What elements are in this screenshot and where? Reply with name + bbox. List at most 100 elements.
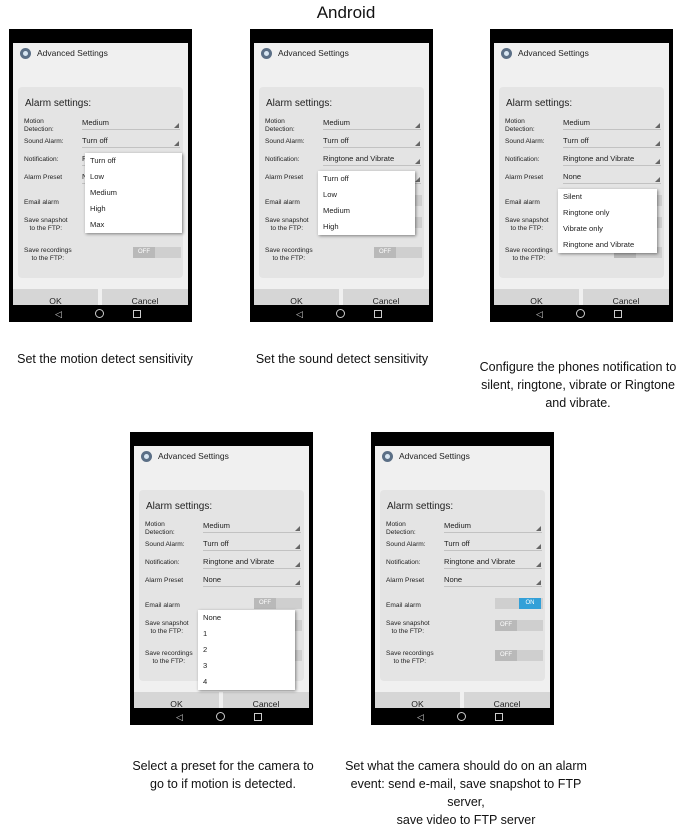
home-icon[interactable]: [457, 712, 466, 721]
recent-apps-icon[interactable]: [495, 713, 503, 721]
notification-select[interactable]: Ringtone and Vibrate: [444, 557, 542, 569]
motion-detection-label-text: Detection:: [145, 528, 175, 536]
alarm-preset-select[interactable]: None: [444, 575, 542, 587]
back-icon[interactable]: ◁: [536, 309, 543, 319]
dropdown-option[interactable]: High: [85, 201, 182, 217]
panel-title: Alarm settings:: [146, 501, 213, 512]
back-icon[interactable]: ◁: [417, 712, 424, 722]
phone-screenshot: Advanced Settings Alarm settings: Motion De…: [490, 29, 673, 322]
dropdown-option[interactable]: Ringtone only: [558, 205, 657, 221]
email-alarm-label-text: Email alarm: [505, 199, 540, 206]
dropdown-option[interactable]: Vibrate only: [558, 221, 657, 237]
motion-detection-select[interactable]: Medium: [82, 118, 180, 130]
recent-apps-icon[interactable]: [374, 310, 382, 318]
caption: Configure the phones notification to sile…: [462, 358, 692, 412]
alarm-preset-label-text: Alarm Preset: [265, 174, 304, 181]
sound-alarm-label: Sound Alarm:: [265, 138, 305, 146]
save-snapshot-label-text: Save snapshot: [505, 217, 549, 224]
alarm-preset-select[interactable]: None: [203, 575, 301, 587]
motion-detection-label: Motion Detection:: [505, 118, 535, 133]
motion-detection-select[interactable]: Medium: [444, 521, 542, 533]
save-recordings-label-text: to the FTP:: [393, 657, 427, 665]
email-alarm-label: Email alarm: [265, 199, 300, 207]
save-recordings-label: Save recordings to the FTP:: [386, 650, 434, 665]
ok-button[interactable]: OK: [494, 289, 579, 305]
navigation-bar: ◁: [250, 305, 433, 322]
dropdown-option[interactable]: Low: [85, 169, 182, 185]
dropdown-option[interactable]: 3: [198, 658, 295, 674]
camera-app-icon: [501, 47, 512, 59]
alarm-preset-label-text: Alarm Preset: [386, 577, 425, 584]
dropdown-option[interactable]: Low: [318, 187, 415, 203]
caption: Set what the camera should do on an alar…: [340, 757, 592, 829]
sound-alarm-label: Sound Alarm:: [505, 138, 545, 146]
save-recordings-label-text: to the FTP:: [512, 254, 546, 262]
dropdown-option[interactable]: 1: [198, 626, 295, 642]
caption-line: and vibrate.: [545, 396, 611, 410]
email-alarm-toggle[interactable]: OFF: [254, 598, 302, 609]
navigation-bar: ◁: [9, 305, 192, 322]
camera-app-icon: [382, 450, 393, 462]
cancel-button[interactable]: Cancel: [583, 289, 669, 305]
sound-alarm-select[interactable]: Turn off: [203, 539, 301, 551]
save-recordings-toggle[interactable]: OFF: [495, 650, 543, 661]
motion-detection-label-text: Motion: [386, 521, 406, 528]
caption-line: Set the motion detect sensitivity: [17, 352, 193, 366]
dropdown-option[interactable]: Ringtone and Vibrate: [558, 237, 657, 253]
sound-alarm-select[interactable]: Turn off: [323, 136, 421, 148]
email-alarm-toggle[interactable]: ON: [495, 598, 543, 609]
save-recordings-label-text: Save recordings: [386, 650, 434, 657]
dropdown-option[interactable]: Max: [85, 217, 182, 233]
back-icon[interactable]: ◁: [176, 712, 183, 722]
ok-button[interactable]: OK: [134, 692, 219, 708]
caption: Set the motion detect sensitivity: [5, 350, 205, 368]
sound-alarm-select[interactable]: Turn off: [82, 136, 180, 148]
notification-select[interactable]: Ringtone and Vibrate: [563, 154, 661, 166]
alarm-preset-select[interactable]: None: [563, 172, 661, 184]
ok-button[interactable]: OK: [254, 289, 339, 305]
motion-detection-select[interactable]: Medium: [203, 521, 301, 533]
dropdown-option[interactable]: Turn off: [85, 153, 182, 169]
save-recordings-toggle[interactable]: OFF: [133, 247, 181, 258]
save-snapshot-toggle[interactable]: OFF: [495, 620, 543, 631]
motion-detection-select[interactable]: Medium: [323, 118, 421, 130]
back-icon[interactable]: ◁: [55, 309, 62, 319]
dropdown-option[interactable]: Medium: [318, 203, 415, 219]
save-recordings-toggle[interactable]: OFF: [374, 247, 422, 258]
caption: Set the sound detect sensitivity: [242, 350, 442, 368]
cancel-button[interactable]: Cancel: [464, 692, 550, 708]
home-icon[interactable]: [216, 712, 225, 721]
dropdown-option[interactable]: 4: [198, 674, 295, 690]
recent-apps-icon[interactable]: [254, 713, 262, 721]
home-icon[interactable]: [336, 309, 345, 318]
phone-screenshot: Advanced Settings Alarm settings: Motion De…: [9, 29, 192, 322]
home-icon[interactable]: [95, 309, 104, 318]
notification-select[interactable]: Ringtone and Vibrate: [203, 557, 301, 569]
app-screen: Advanced Settings Alarm settings: Motion De…: [494, 43, 669, 305]
back-icon[interactable]: ◁: [296, 309, 303, 319]
notification-label-text: Notification:: [386, 559, 421, 566]
sound-alarm-select[interactable]: Turn off: [444, 539, 542, 551]
page-title: Android: [316, 3, 376, 22]
caption-line: Configure the phones notification to: [479, 360, 677, 374]
sound-alarm-select[interactable]: Turn off: [563, 136, 661, 148]
cancel-button[interactable]: Cancel: [223, 692, 309, 708]
cancel-button[interactable]: Cancel: [102, 289, 188, 305]
recent-apps-icon[interactable]: [133, 310, 141, 318]
dropdown-option[interactable]: Turn off: [318, 171, 415, 187]
dropdown-option[interactable]: Medium: [85, 185, 182, 201]
save-recordings-label-text: to the FTP:: [31, 254, 65, 262]
notification-select[interactable]: Ringtone and Vibrate: [323, 154, 421, 166]
dropdown-option[interactable]: None: [198, 610, 295, 626]
dropdown-option[interactable]: High: [318, 219, 415, 235]
ok-button[interactable]: OK: [375, 692, 460, 708]
dropdown-option[interactable]: Silent: [558, 189, 657, 205]
sound-alarm-label: Sound Alarm:: [24, 138, 64, 146]
motion-detection-select[interactable]: Medium: [563, 118, 661, 130]
notification-label: Notification:: [24, 156, 58, 164]
ok-button[interactable]: OK: [13, 289, 98, 305]
recent-apps-icon[interactable]: [614, 310, 622, 318]
cancel-button[interactable]: Cancel: [343, 289, 429, 305]
home-icon[interactable]: [576, 309, 585, 318]
dropdown-option[interactable]: 2: [198, 642, 295, 658]
